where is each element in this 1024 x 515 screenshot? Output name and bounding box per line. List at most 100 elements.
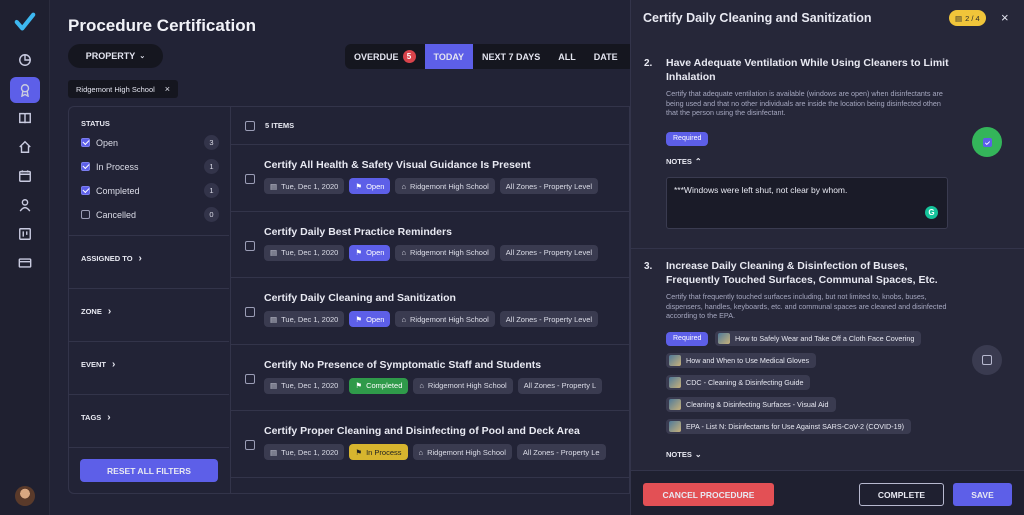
reset-filters-button[interactable]: RESET ALL FILTERS <box>80 459 218 482</box>
step-complete-toggle[interactable] <box>972 345 1002 375</box>
card-icon[interactable] <box>10 250 40 276</box>
logo-check-icon[interactable] <box>14 11 36 33</box>
resource-title: Cleaning & Disinfecting Surfaces - Visua… <box>686 400 829 409</box>
item-checkbox[interactable] <box>245 307 255 317</box>
zone-text: All Zones - Property Level <box>505 181 593 191</box>
status-filter-completed[interactable]: Completed 1 <box>81 183 219 198</box>
resource-link[interactable]: EPA - List N: Disinfectants for Use Agai… <box>666 419 911 434</box>
list-item[interactable]: Certify Daily Best Practice Reminders ▤ T… <box>231 212 629 278</box>
checkbox[interactable] <box>81 138 90 147</box>
tab-overdue[interactable]: OVERDUE 5 <box>345 44 425 69</box>
resource-link[interactable]: Cleaning & Disinfecting Surfaces - Visua… <box>666 397 836 412</box>
filter-assigned-to[interactable]: ASSIGNED TO › <box>69 235 229 281</box>
select-all-checkbox[interactable] <box>245 120 255 131</box>
calendar-icon[interactable] <box>10 163 40 189</box>
item-checkbox[interactable] <box>245 373 255 384</box>
location-pill: ⌂ Ridgemont High School <box>395 178 495 194</box>
item-checkbox[interactable] <box>245 240 255 251</box>
home-icon: ⌂ <box>418 447 424 457</box>
list-item[interactable]: Certify Daily Cleaning and Sanitization … <box>231 278 629 345</box>
status-text: Open <box>366 181 385 191</box>
checkbox[interactable] <box>81 162 90 171</box>
resource-thumbnail <box>718 333 730 344</box>
date-pill: ▤ Tue, Dec 1, 2020 <box>264 244 345 261</box>
status-filter-cancelled[interactable]: Cancelled 0 <box>81 207 219 222</box>
filter-tags[interactable]: TAGS › <box>69 394 229 440</box>
status-text: Open <box>366 314 385 324</box>
book-icon[interactable] <box>10 105 40 131</box>
location-pill: ⌂ Ridgemont High School <box>413 377 513 394</box>
status-badge: ⚑ Open <box>349 311 391 327</box>
status-label: Cancelled <box>96 209 137 220</box>
date-text: Tue, Dec 1, 2020 <box>281 248 339 257</box>
checkbox[interactable] <box>81 186 90 195</box>
close-icon[interactable]: × <box>1001 10 1009 25</box>
date-pill: ▤ Tue, Dec 1, 2020 <box>264 311 345 327</box>
tab-date[interactable]: DATE <box>585 44 627 69</box>
filter-section-label: EVENT <box>81 360 107 369</box>
tab-next-7-days-label: NEXT 7 DAYS <box>482 51 541 62</box>
filter-event[interactable]: EVENT › <box>69 341 229 387</box>
complete-button[interactable]: COMPLETE <box>859 483 944 506</box>
resource-thumbnail <box>669 421 681 432</box>
required-badge: Required <box>666 331 709 346</box>
home-icon[interactable] <box>10 134 40 160</box>
date-pill: ▤ Tue, Dec 1, 2020 <box>264 444 345 460</box>
location-text: Ridgemont High School <box>409 248 489 257</box>
tab-today[interactable]: TODAY <box>424 44 474 69</box>
close-icon[interactable]: × <box>165 84 170 94</box>
tab-date-label: DATE <box>593 51 618 62</box>
calendar-icon: ▤ <box>270 181 278 191</box>
item-title: Certify Daily Cleaning and Sanitization <box>264 292 456 304</box>
list-item[interactable]: Certify Proper Cleaning and Disinfecting… <box>231 411 629 478</box>
certify-panel: Certify Daily Cleaning and Sanitization … <box>630 0 1024 515</box>
board-icon[interactable] <box>10 221 40 247</box>
step-complete-toggle[interactable] <box>972 127 1002 157</box>
item-meta: ▤ Tue, Dec 1, 2020 ⚑ In Process ⌂ Ridgemont… <box>264 444 606 460</box>
progress-badge: ▤ 2 / 4 <box>949 10 986 26</box>
dashboard-icon[interactable] <box>10 47 40 73</box>
save-button[interactable]: SAVE <box>953 483 1012 506</box>
tab-all[interactable]: ALL <box>549 44 585 69</box>
notes-toggle[interactable]: NOTES ⌄ <box>666 450 702 459</box>
list-item[interactable]: Certify No Presence of Symptomatic Staff… <box>231 345 629 411</box>
user-icon[interactable] <box>10 192 40 218</box>
checkbox[interactable] <box>81 210 90 219</box>
grammarly-icon[interactable]: G <box>925 206 938 219</box>
property-label: PROPERTY <box>85 51 136 61</box>
status-filter-open[interactable]: Open 3 <box>81 135 219 150</box>
item-meta: ▤ Tue, Dec 1, 2020 ⚑ Completed ⌂ Ridgemont … <box>264 377 603 394</box>
property-dropdown[interactable]: PROPERTY ⌄ <box>68 44 163 68</box>
notes-textarea[interactable]: ***Windows were left shut, not clear by … <box>666 177 948 229</box>
home-icon: ⌂ <box>401 314 406 324</box>
zone-text: All Zones - Property L <box>523 381 597 390</box>
procedure-list: 5 ITEMS Certify All Health & Safety Visu… <box>230 106 630 494</box>
item-checkbox[interactable] <box>245 174 255 184</box>
status-count: 1 <box>204 183 219 198</box>
date-text: Tue, Dec 1, 2020 <box>281 447 339 457</box>
status-heading: STATUS <box>81 119 110 128</box>
notes-toggle[interactable]: NOTES ⌃ <box>666 157 702 166</box>
chevron-right-icon: › <box>112 359 116 370</box>
location-pill: ⌂ Ridgemont High School <box>395 311 495 327</box>
date-text: Tue, Dec 1, 2020 <box>281 381 339 390</box>
item-title: Certify No Presence of Symptomatic Staff… <box>264 358 542 371</box>
filter-zone[interactable]: ZONE › <box>69 288 229 334</box>
calendar-icon: ▤ <box>270 314 278 324</box>
panel-title: Certify Daily Cleaning and Sanitization <box>643 11 872 25</box>
certification-icon[interactable] <box>10 77 40 103</box>
resource-link[interactable]: How to Safely Wear and Take Off a Cloth … <box>715 331 922 346</box>
status-filter-in-process[interactable]: In Process 1 <box>81 159 219 174</box>
status-badge: ⚑ Open <box>349 178 391 194</box>
list-item[interactable]: Certify All Health & Safety Visual Guida… <box>231 145 629 212</box>
cancel-procedure-button[interactable]: CANCEL PROCEDURE <box>643 483 774 506</box>
divider <box>69 447 229 448</box>
resource-link[interactable]: How and When to Use Medical Gloves <box>666 353 817 368</box>
required-tag-wrap: Required <box>666 127 709 146</box>
list-header: 5 ITEMS <box>231 107 629 145</box>
tab-next-7-days[interactable]: NEXT 7 DAYS <box>473 44 549 69</box>
avatar[interactable] <box>15 486 35 506</box>
resource-link[interactable]: CDC - Cleaning & Disinfecting Guide <box>666 375 811 390</box>
status-label: In Process <box>96 161 139 172</box>
item-checkbox[interactable] <box>245 440 255 450</box>
